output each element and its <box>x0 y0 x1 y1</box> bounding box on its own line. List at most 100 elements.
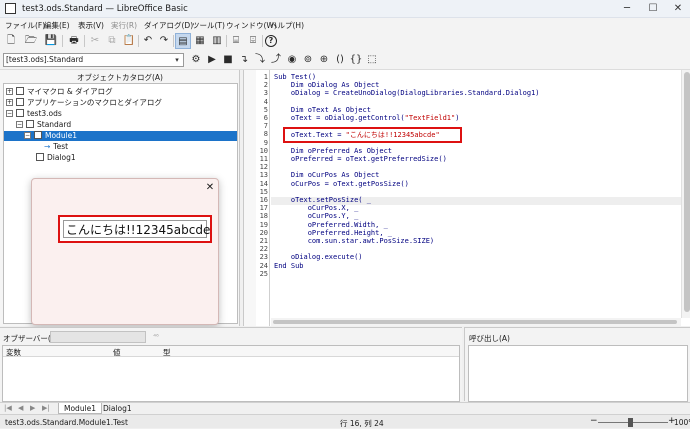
window-title: test3.ods.Standard — LibreOffice Basic <box>22 4 188 14</box>
column-type[interactable]: 型 <box>163 347 171 358</box>
zoom-out-icon[interactable]: − <box>590 416 598 426</box>
help-icon[interactable]: ? <box>265 35 277 47</box>
line-number: 1 <box>263 73 268 81</box>
menu-help[interactable]: ヘルプ(H) <box>270 20 304 31</box>
vertical-scrollbar[interactable] <box>681 70 690 318</box>
catalog-title: オブジェクトカタログ(A) <box>77 73 163 82</box>
code-line: Sub Test() <box>274 73 317 81</box>
zoom-level[interactable]: 100% <box>674 418 690 427</box>
menu-dialog[interactable]: ダイアログ(D) <box>144 20 193 31</box>
step-over-icon[interactable]: ⤵ <box>252 52 268 68</box>
menu-run[interactable]: 実行(R) <box>111 20 137 31</box>
collapse-icon[interactable]: − <box>16 121 23 128</box>
close-icon[interactable]: ✕ <box>204 182 216 194</box>
redo-icon[interactable]: ↷ <box>156 33 172 49</box>
tree-item-dialog1[interactable]: Dialog1 <box>26 153 76 163</box>
tree-item-standard[interactable]: − Standard <box>16 120 71 130</box>
tree-item-test3-ods[interactable]: − test3.ods <box>6 109 62 119</box>
insert-source-icon[interactable]: {} <box>348 52 364 68</box>
menu-view[interactable]: 表示(V) <box>78 20 104 31</box>
new-document-icon[interactable]: 🗋 <box>3 33 19 49</box>
maximize-button[interactable]: ☐ <box>642 2 664 16</box>
macros-icon[interactable]: ⌸ <box>228 33 244 49</box>
minimize-button[interactable]: ─ <box>616 2 638 16</box>
tree-item-test[interactable]: → Test <box>44 142 68 152</box>
library-icon <box>16 87 24 95</box>
line-number: 10 <box>259 146 268 155</box>
callstack-list[interactable] <box>468 345 688 402</box>
column-value[interactable]: 値 <box>113 347 121 358</box>
line-number: 24 <box>259 261 268 270</box>
undo-icon[interactable]: ↶ <box>140 33 156 49</box>
object-catalog-icon[interactable]: ▤ <box>175 33 191 49</box>
add-watch-icon[interactable]: ⁴⁶ <box>150 331 162 343</box>
next-tab-icon[interactable]: ▶ <box>30 404 35 412</box>
menu-file[interactable]: ファイル(F) <box>5 20 45 31</box>
code-line: com.sun.star.awt.PosSize.SIZE) <box>274 237 435 245</box>
stop-icon[interactable]: ■ <box>220 52 236 68</box>
code-line: oText = oDialog.getControl("TextField1") <box>274 114 460 122</box>
compile-icon[interactable]: ⚙ <box>188 52 204 68</box>
dialog-icon <box>36 153 44 161</box>
code-line: oPreferred.Height, _ <box>274 228 393 237</box>
paste-icon[interactable]: 📋 <box>121 33 137 49</box>
step-out-icon[interactable]: ⤴ <box>268 52 284 68</box>
tab-dialog1[interactable]: Dialog1 <box>98 403 137 414</box>
step-into-icon[interactable]: ↴ <box>236 52 252 68</box>
prev-tab-icon[interactable]: ◀ <box>18 404 23 412</box>
watch-window-icon[interactable]: ▦ <box>192 33 208 49</box>
close-window-button[interactable]: ✕ <box>667 2 689 16</box>
chevron-down-icon[interactable]: ▾ <box>172 53 182 67</box>
menu-edit[interactable]: 編集(E) <box>44 20 70 31</box>
line-number: 18 <box>259 212 268 221</box>
menu-tools[interactable]: ツール(T) <box>192 20 225 31</box>
tree-item-my-macros[interactable]: + マイマクロ & ダイアログ <box>6 87 113 97</box>
code-line: oCurPos.X, _ <box>274 204 359 213</box>
dialog1-window: ✕ こんにちは!!12345abcde <box>31 178 219 325</box>
collapse-icon[interactable]: − <box>24 132 31 139</box>
tree-item-module1[interactable]: − Module1 <box>4 131 237 141</box>
breakpoint-gutter[interactable] <box>244 70 256 326</box>
line-number: 5 <box>263 105 268 114</box>
open-folder-icon[interactable]: 🗁 <box>23 33 39 49</box>
column-variable[interactable]: 変数 <box>6 347 21 358</box>
copy-icon[interactable]: ⧉ <box>104 33 120 49</box>
expand-icon[interactable]: + <box>6 88 13 95</box>
cut-icon[interactable]: ✂ <box>87 33 103 49</box>
expand-icon[interactable]: + <box>6 99 13 106</box>
document-icon <box>16 109 24 117</box>
line-number: 12 <box>259 163 268 172</box>
modules-icon[interactable]: ⌹ <box>245 33 261 49</box>
code-editor[interactable]: 1 2 3 4 5 6 7 8 9 10 11 12 13 14 15 16 17 18 19 20 21 22 23 24 2… <box>243 70 690 326</box>
watch-input[interactable] <box>50 331 146 343</box>
zoom-slider[interactable] <box>598 422 668 423</box>
run-icon[interactable]: ▶ <box>204 52 220 68</box>
code-line: oDialog.execute() <box>274 253 363 262</box>
textfield1[interactable]: こんにちは!!12345abcde <box>63 220 210 238</box>
line-number: 22 <box>259 245 268 254</box>
zoom-slider-handle[interactable] <box>628 418 633 427</box>
title-bar: test3.ods.Standard — LibreOffice Basic ─… <box>0 0 690 18</box>
status-bar: test3.ods.Standard.Module1.Test 行 16, 列 … <box>0 414 690 428</box>
tab-module1[interactable]: Module1 <box>58 403 103 414</box>
code-line: oPreferred.Width, _ <box>274 220 388 229</box>
last-tab-icon[interactable]: ▶| <box>42 404 50 412</box>
stack-window-icon[interactable]: ▥ <box>209 33 225 49</box>
status-location: test3.ods.Standard.Module1.Test <box>5 418 128 427</box>
line-number: 20 <box>259 228 268 237</box>
first-tab-icon[interactable]: |◀ <box>4 404 12 412</box>
export-dialog-icon[interactable]: ⬚ <box>364 52 380 68</box>
print-icon[interactable]: 🖶 <box>66 33 82 49</box>
line-number: 14 <box>259 179 268 188</box>
watch-icon[interactable]: ⊕ <box>316 52 332 68</box>
code-line: Dim oCurPos As Object <box>274 171 380 180</box>
module-icon <box>34 131 42 139</box>
collapse-icon[interactable]: − <box>6 110 13 117</box>
tree-item-app-macros[interactable]: + アプリケーションのマクロとダイアログ <box>6 98 162 108</box>
manage-breakpoints-icon[interactable]: ⊚ <box>300 52 316 68</box>
breakpoint-icon[interactable]: ◉ <box>284 52 300 68</box>
save-icon[interactable]: 💾 <box>43 33 59 49</box>
horizontal-scrollbar[interactable] <box>271 318 681 326</box>
library-combobox[interactable]: [test3.ods].Standard <box>3 53 184 67</box>
find-parentheses-icon[interactable]: () <box>332 52 348 68</box>
